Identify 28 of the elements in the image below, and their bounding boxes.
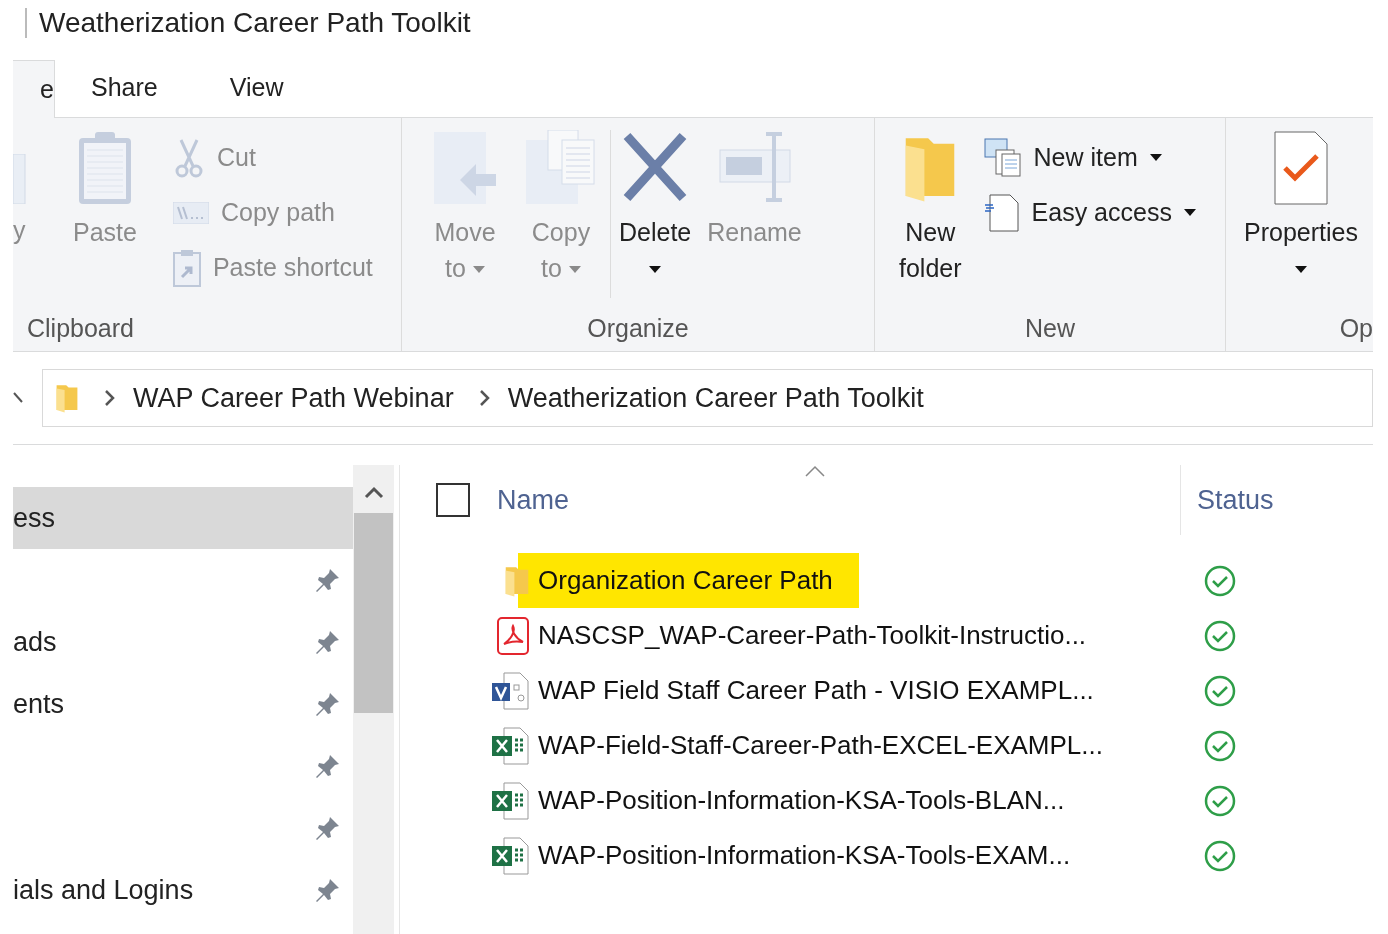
- new-folder-button[interactable]: New folder: [891, 118, 970, 310]
- nav-item[interactable]: ads: [13, 611, 353, 673]
- group-label: New: [1024, 312, 1076, 344]
- easy-access-button[interactable]: Easy access: [983, 185, 1196, 240]
- file-name[interactable]: WAP-Position-Information-KSA-Tools-BLAN...: [538, 773, 1065, 828]
- group-label: Organize: [586, 312, 690, 344]
- group-label: Clipboard: [26, 312, 135, 344]
- nav-item[interactable]: ess: [13, 487, 353, 549]
- breadcrumb[interactable]: WAP Career Path Webinar: [133, 377, 454, 419]
- file-name[interactable]: WAP-Position-Information-KSA-Tools-EXAM...: [538, 828, 1071, 883]
- new-item-button[interactable]: New item: [983, 130, 1196, 185]
- properties-button[interactable]: Properties: [1236, 118, 1366, 310]
- file-name[interactable]: Organization Career Path: [518, 553, 859, 608]
- ribbon-tab[interactable]: View: [193, 59, 320, 117]
- breadcrumb[interactable]: Weatherization Career Path Toolkit: [507, 377, 924, 419]
- column-header[interactable]: Name: [497, 479, 1180, 521]
- address-bar[interactable]: WAP Career Path Webinar Weatherization Career Path Toolkit: [42, 369, 1373, 427]
- window-title: Weatherization Career Path Toolkit: [39, 5, 471, 40]
- file-name[interactable]: WAP-Field-Staff-Career-Path-EXCEL-EXAMPL...: [538, 718, 1103, 773]
- file-name[interactable]: NASCSP_WAP-Career-Path-Toolkit-Instructio...: [538, 608, 1087, 663]
- delete-button[interactable]: Delete: [611, 118, 700, 310]
- nav-item[interactable]: ents: [13, 673, 353, 735]
- group-label: Op: [1338, 312, 1373, 344]
- file-name[interactable]: WAP Field Staff Career Path - VISIO EXAMPL...: [538, 663, 1094, 718]
- column-header[interactable]: Status: [1197, 479, 1274, 521]
- ribbon-tab[interactable]: Share: [55, 59, 194, 117]
- ribbon-tab[interactable]: e: [13, 60, 55, 118]
- nav-item[interactable]: ials and Logins: [13, 859, 353, 921]
